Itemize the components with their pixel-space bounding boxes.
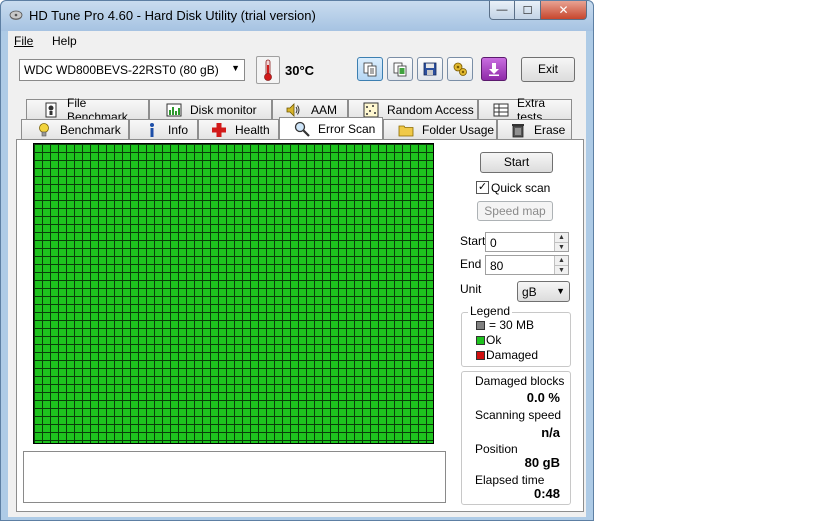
random-access-icon bbox=[363, 102, 379, 117]
app-window: HD Tune Pro 4.60 - Hard Disk Utility (tr… bbox=[0, 0, 594, 521]
tab-aam[interactable]: AAM bbox=[272, 99, 348, 119]
copy-screenshot-button[interactable] bbox=[387, 57, 413, 81]
tab-disk-monitor[interactable]: Disk monitor bbox=[149, 99, 272, 119]
speed-map-button[interactable]: Speed map bbox=[477, 201, 553, 221]
drive-select[interactable]: WDC WD800BEVS-22RST0 (80 gB) ▼ bbox=[19, 59, 245, 81]
spin-down-icon[interactable]: ▼ bbox=[554, 242, 568, 251]
elapsed-time-value: 0:48 bbox=[533, 486, 560, 501]
end-spinner[interactable]: 80 ▲ ▼ bbox=[485, 255, 569, 275]
quick-scan-label: Quick scan bbox=[491, 181, 551, 195]
legend-ok-label: Ok bbox=[486, 333, 502, 347]
position-value: 80 gB bbox=[524, 455, 560, 470]
save-button[interactable] bbox=[417, 57, 443, 81]
elapsed-time-label: Elapsed time bbox=[475, 473, 545, 487]
legend-damaged-label: Damaged bbox=[486, 348, 539, 362]
start-spinner[interactable]: 0 ▲ ▼ bbox=[485, 232, 569, 252]
damaged-blocks-label: Damaged blocks bbox=[475, 374, 565, 388]
speaker-icon bbox=[286, 102, 300, 117]
tab-error-scan[interactable]: Error Scan bbox=[279, 117, 383, 139]
chevron-down-icon: ▼ bbox=[231, 63, 240, 73]
spin-down-icon[interactable]: ▼ bbox=[554, 265, 568, 274]
drive-select-value: WDC WD800BEVS-22RST0 (80 gB) bbox=[24, 63, 219, 77]
scanning-speed-label: Scanning speed bbox=[475, 408, 562, 422]
start-spinner-value: 0 bbox=[490, 236, 497, 250]
tab-folder-usage[interactable]: Folder Usage bbox=[383, 119, 497, 139]
app-disk-icon bbox=[9, 10, 23, 20]
temperature-readout: 30°C bbox=[285, 63, 315, 78]
start-field-label: Start bbox=[460, 234, 486, 248]
download-icon bbox=[489, 63, 499, 76]
scanning-speed-value: n/a bbox=[541, 425, 560, 440]
tab-folder-usage-label: Folder Usage bbox=[422, 122, 495, 137]
thermometer-icon bbox=[256, 56, 280, 84]
unit-select-value: gB bbox=[522, 285, 537, 299]
menu-help-label: Help bbox=[52, 34, 77, 48]
unit-field-label: Unit bbox=[460, 282, 482, 296]
tab-erase[interactable]: Erase bbox=[497, 119, 572, 139]
magnifier-icon bbox=[294, 121, 310, 137]
copy-screenshot-icon bbox=[393, 62, 407, 77]
menu-bar: File Help bbox=[8, 31, 586, 51]
scan-block-map bbox=[33, 143, 434, 444]
copy-info-button[interactable] bbox=[357, 57, 383, 81]
tab-erase-label: Erase bbox=[534, 122, 566, 137]
end-spinner-value: 80 bbox=[490, 259, 504, 273]
spin-up-icon[interactable]: ▲ bbox=[554, 256, 568, 265]
tab-extra-tests[interactable]: Extra tests bbox=[478, 96, 572, 124]
unit-select[interactable]: gB ▼ bbox=[517, 281, 570, 302]
menu-file-label: File bbox=[14, 34, 34, 48]
tab-file-benchmark[interactable]: File Benchmark bbox=[26, 96, 149, 124]
save-icon bbox=[423, 62, 437, 76]
menu-file[interactable]: File bbox=[14, 34, 33, 48]
end-field-label: End bbox=[460, 257, 482, 271]
tab-benchmark-label: Benchmark bbox=[60, 122, 121, 137]
maximize-button[interactable]: ☐ bbox=[515, 1, 541, 20]
thermometer-glyph bbox=[264, 59, 272, 81]
tab-health-label: Health bbox=[235, 122, 270, 137]
options-icon bbox=[453, 62, 467, 76]
tab-info[interactable]: Info bbox=[129, 119, 198, 139]
close-button[interactable]: ✕ bbox=[541, 1, 587, 20]
lightbulb-icon bbox=[39, 122, 49, 136]
folder-icon bbox=[398, 125, 414, 136]
tab-disk-monitor-label: Disk monitor bbox=[190, 102, 257, 117]
minimize-button[interactable]: — bbox=[489, 1, 515, 20]
legend-gray-swatch bbox=[476, 321, 485, 330]
legend-block-size: = 30 MB bbox=[489, 318, 535, 332]
options-button[interactable] bbox=[447, 57, 473, 81]
extra-tests-icon bbox=[493, 103, 509, 116]
copy-info-icon bbox=[363, 62, 377, 77]
legend-damaged-swatch bbox=[476, 351, 485, 360]
toolbar: WDC WD800BEVS-22RST0 (80 gB) ▼ 30°C Exit bbox=[8, 51, 586, 101]
menu-help[interactable]: Help bbox=[52, 34, 77, 48]
tab-health[interactable]: Health bbox=[198, 119, 279, 139]
damaged-blocks-value: 0.0 % bbox=[526, 390, 560, 405]
tab-random-access[interactable]: Random Access bbox=[348, 99, 478, 119]
exit-button[interactable]: Exit bbox=[521, 57, 575, 82]
start-scan-button[interactable]: Start bbox=[480, 152, 553, 173]
info-icon bbox=[150, 122, 154, 137]
tab-random-access-label: Random Access bbox=[387, 102, 474, 117]
tab-benchmark[interactable]: Benchmark bbox=[21, 119, 129, 139]
title-bar[interactable]: HD Tune Pro 4.60 - Hard Disk Utility (tr… bbox=[1, 1, 593, 31]
checkmark-icon: ✓ bbox=[477, 181, 488, 193]
quick-scan-checkbox[interactable]: ✓ bbox=[476, 181, 489, 194]
legend-title: Legend bbox=[468, 304, 513, 318]
position-label: Position bbox=[475, 442, 518, 456]
scan-log-area[interactable] bbox=[23, 451, 446, 503]
trash-icon bbox=[512, 123, 524, 137]
download-button[interactable] bbox=[481, 57, 507, 81]
tab-error-scan-label: Error Scan bbox=[318, 121, 376, 136]
window-title: HD Tune Pro 4.60 - Hard Disk Utility (tr… bbox=[29, 8, 316, 23]
chevron-down-icon: ▼ bbox=[556, 286, 565, 296]
legend-ok-swatch bbox=[476, 336, 485, 345]
tab-info-label: Info bbox=[168, 122, 189, 137]
client-area: File Help WDC WD800BEVS-22RST0 (80 gB) ▼… bbox=[8, 31, 586, 517]
tab-aam-label: AAM bbox=[311, 102, 338, 117]
file-benchmark-icon bbox=[45, 102, 57, 117]
health-cross-icon bbox=[212, 122, 226, 137]
disk-monitor-icon bbox=[166, 103, 182, 116]
window-controls: — ☐ ✕ bbox=[489, 1, 587, 21]
spin-up-icon[interactable]: ▲ bbox=[554, 233, 568, 242]
